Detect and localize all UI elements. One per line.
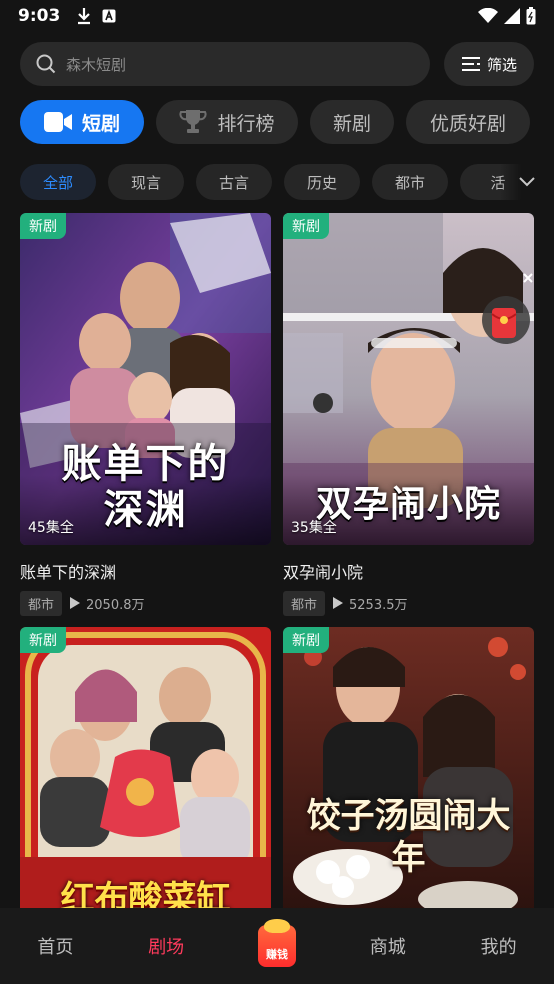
cover-title-text: 饺子汤圆闹大年 [306, 796, 511, 878]
genre-expand-button[interactable] [500, 164, 554, 200]
status-time: 9:03 [18, 6, 61, 26]
play-icon [70, 597, 81, 609]
chevron-down-icon [519, 177, 535, 187]
earn-money-label: 赚钱 [265, 948, 288, 961]
nav-profile[interactable]: 我的 [443, 933, 554, 959]
drama-cover[interactable]: 双孕闹小院 新剧 35集全 [283, 213, 534, 545]
genre-chips: 全部 现言 古言 历史 都市 活 [20, 164, 554, 200]
search-input[interactable]: 森木短剧 [20, 42, 430, 86]
bottom-nav: 首页 剧场 赚钱 商城 我的 [0, 908, 554, 984]
tab-short-drama-label: 短剧 [81, 112, 120, 135]
genre-chip-ancient-romance[interactable]: 古言 [196, 164, 272, 200]
close-icon[interactable] [522, 272, 534, 284]
genre-tag: 都市 [283, 590, 326, 616]
tab-short-drama[interactable]: 短剧 [20, 100, 144, 144]
drama-card[interactable]: 饺子汤圆闹大年 新剧 [283, 627, 534, 914]
drama-title[interactable]: 双孕闹小院 [283, 559, 534, 583]
drama-card[interactable]: 账单下的深渊 新剧 45集全 账单下的深渊 都市 2050.8万 [20, 213, 271, 616]
video-camera-icon [43, 112, 72, 132]
new-badge: 新剧 [283, 213, 329, 239]
tab-ranking[interactable]: 排行榜 [156, 100, 298, 144]
new-badge: 新剧 [20, 213, 66, 239]
play-icon [333, 597, 344, 609]
genre-chip-modern-romance[interactable]: 现言 [108, 164, 184, 200]
text-a-icon [102, 9, 116, 23]
tab-quality-drama-label: 优质好剧 [429, 112, 506, 135]
trophy-icon [179, 110, 207, 133]
nav-theater[interactable]: 剧场 [111, 933, 222, 959]
filter-button[interactable]: 筛选 [444, 42, 534, 86]
drama-grid: 账单下的深渊 新剧 45集全 账单下的深渊 都市 2050.8万 双孕闹小院 新… [20, 213, 534, 914]
new-badge: 新剧 [20, 627, 66, 653]
new-badge: 新剧 [283, 627, 329, 653]
search-icon [36, 54, 56, 74]
tab-quality-drama[interactable]: 优质好剧 [406, 100, 530, 144]
drama-meta: 都市 5253.5万 [283, 590, 534, 616]
drama-cover[interactable]: 饺子汤圆闹大年 新剧 [283, 627, 534, 914]
episode-count: 45集全 [28, 520, 74, 536]
status-bar: 9:03 [0, 0, 554, 32]
tab-new-drama[interactable]: 新剧 [310, 100, 394, 144]
episode-count: 35集全 [291, 520, 337, 536]
battery-icon [526, 7, 536, 25]
filter-label: 筛选 [486, 55, 517, 74]
search-placeholder: 森木短剧 [66, 55, 127, 74]
nav-home[interactable]: 首页 [0, 933, 111, 959]
genre-chip-urban[interactable]: 都市 [372, 164, 448, 200]
download-icon [78, 8, 91, 25]
genre-chip-all[interactable]: 全部 [20, 164, 96, 200]
earn-money-icon: 赚钱 [257, 919, 296, 967]
tab-new-drama-label: 新剧 [332, 112, 371, 135]
genre-chip-history[interactable]: 历史 [284, 164, 360, 200]
nav-earn-money[interactable]: 赚钱 [222, 919, 333, 967]
drama-cover[interactable]: 红布酸菜缸 新剧 [20, 627, 271, 914]
category-tabs: 短剧 排行榜 新剧 优质好剧 [20, 100, 530, 144]
play-count: 5253.5万 [333, 594, 408, 613]
drama-cover[interactable]: 账单下的深渊 新剧 45集全 [20, 213, 271, 545]
drama-title[interactable]: 账单下的深渊 [20, 559, 271, 583]
nav-mall[interactable]: 商城 [332, 933, 443, 959]
play-count-value: 2050.8万 [86, 597, 145, 613]
play-count-value: 5253.5万 [349, 597, 408, 613]
genre-tag: 都市 [20, 590, 63, 616]
drama-card[interactable]: 双孕闹小院 新剧 35集全 双孕闹小院 都市 5253.5万 [283, 213, 534, 616]
tab-ranking-label: 排行榜 [217, 112, 275, 135]
search-row: 森木短剧 筛选 [20, 42, 534, 86]
signal-icon [504, 8, 520, 24]
wifi-icon [478, 8, 498, 23]
drama-meta: 都市 2050.8万 [20, 590, 271, 616]
floating-red-packet[interactable] [480, 273, 533, 348]
filter-icon [461, 57, 480, 71]
play-count: 2050.8万 [70, 594, 145, 613]
red-envelope-icon [482, 296, 530, 344]
drama-card[interactable]: 红布酸菜缸 新剧 [20, 627, 271, 914]
